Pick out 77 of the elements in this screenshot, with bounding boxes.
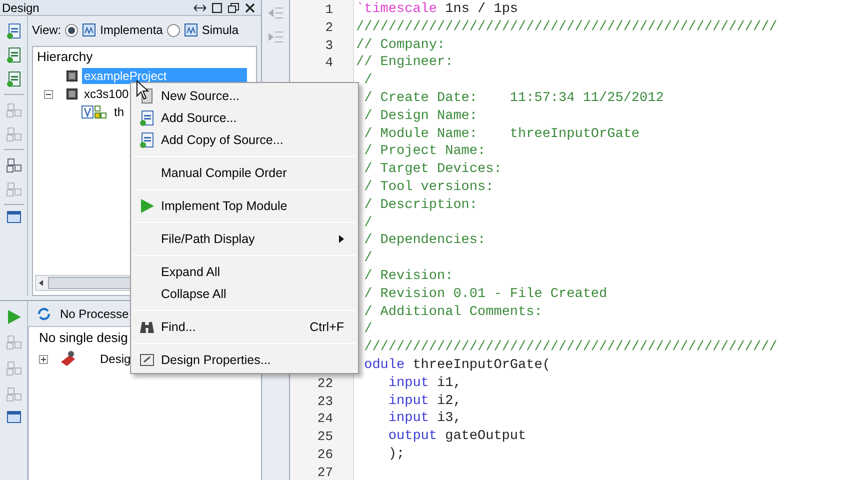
code-line: ); <box>388 446 405 462</box>
close-icon[interactable] <box>245 2 255 12</box>
window-icon[interactable] <box>6 211 20 223</box>
code-line: / Create Date: 11:57:34 11/25/2012 <box>364 90 664 106</box>
code-line: / Module Name: threeInputOrGate <box>364 126 640 142</box>
radio-button[interactable] <box>65 24 78 36</box>
code-line: // Company: <box>356 38 446 53</box>
menu-item[interactable]: Manual Compile Order <box>131 162 358 184</box>
code-line: / Tool versions: <box>364 180 494 195</box>
collapse-icon[interactable] <box>44 90 52 98</box>
menu-item[interactable]: Add Source... <box>131 107 358 129</box>
run-icon[interactable] <box>6 309 22 325</box>
code-line: / Dependencies: <box>364 233 486 248</box>
restore-icon[interactable] <box>228 2 239 12</box>
code-line: / Design Name: <box>364 108 478 124</box>
resize-icon[interactable] <box>194 2 206 12</box>
code-line: /////////////////////////////////////////////////// <box>364 340 778 356</box>
line-number: 1 <box>325 2 333 17</box>
maximize-icon[interactable] <box>212 2 222 12</box>
menu-item[interactable]: File/Path Display <box>131 228 358 250</box>
add-document-icon[interactable] <box>4 46 22 64</box>
add-document-icon[interactable] <box>138 109 156 127</box>
menu-item[interactable]: Design Properties... <box>131 349 358 371</box>
code-line: odule threeInputOrGate( <box>364 358 550 373</box>
line-number: 25 <box>317 429 333 444</box>
window-icon[interactable] <box>6 411 20 423</box>
view-option[interactable]: Implementa <box>100 21 163 39</box>
code-line: / Revision 0.01 - File Created <box>364 286 608 302</box>
verilog-file-icon <box>81 105 109 119</box>
code-line: / Target Devices: <box>364 162 502 178</box>
code-line: `timescale 1ns / 1ps <box>356 2 518 17</box>
menu-item[interactable]: Add Copy of Source... <box>131 129 358 151</box>
hierarchy-header: Hierarchy <box>36 48 94 66</box>
process-item[interactable]: Desig <box>100 350 131 368</box>
code-line: / <box>364 73 372 88</box>
processes-label: No Processe <box>60 306 129 322</box>
processes-header: No single desig <box>38 329 129 347</box>
view-option[interactable]: Simula <box>202 21 239 39</box>
copy-document-icon[interactable] <box>4 70 22 88</box>
expand-icon[interactable] <box>39 354 48 364</box>
line-number: 26 <box>317 446 333 462</box>
radio-button[interactable] <box>166 24 180 36</box>
play-icon <box>139 198 155 214</box>
document-icon[interactable] <box>4 22 22 40</box>
line-number: 4 <box>325 55 333 70</box>
menu-item[interactable]: Collapse All <box>131 283 358 305</box>
line-number: 27 <box>317 464 333 480</box>
code-line: / Additional Comments: <box>364 304 542 320</box>
code-line: / Revision: <box>364 268 454 284</box>
line-number: 22 <box>317 376 333 391</box>
line-number: 24 <box>317 411 333 426</box>
code-line: / Description: <box>364 198 478 213</box>
copy-document-icon[interactable] <box>138 131 156 149</box>
waveform-icon <box>182 22 199 38</box>
code-line: / Project Name: <box>364 144 486 160</box>
refresh-icon[interactable] <box>36 306 52 322</box>
code-editor[interactable] <box>290 0 848 480</box>
code-line: input i1, <box>388 376 462 391</box>
code-line: input i3, <box>388 411 462 426</box>
menu-item[interactable]: Expand All <box>131 261 358 283</box>
tree-item[interactable]: xc3s100 <box>82 86 129 102</box>
menu-item[interactable]: Implement Top Module <box>131 195 358 217</box>
menu-item[interactable]: Find... Ctrl+F <box>131 316 358 338</box>
tree-item[interactable]: th <box>112 104 124 120</box>
code-line: / <box>364 322 372 338</box>
panel-title: Design <box>2 0 40 14</box>
line-number: 2 <box>325 20 333 35</box>
code-line: // Engineer: <box>356 55 454 70</box>
code-line: / <box>364 216 372 231</box>
line-number: 23 <box>317 394 333 409</box>
code-line: output gateOutput <box>388 429 526 444</box>
binoculars-icon <box>138 319 156 335</box>
code-line: input i2, <box>388 394 462 409</box>
view-label: View: <box>32 22 62 39</box>
code-line: / <box>364 251 372 266</box>
code-line: //////////////////////////////////////////////////// <box>356 20 778 35</box>
line-number: 3 <box>325 38 333 53</box>
